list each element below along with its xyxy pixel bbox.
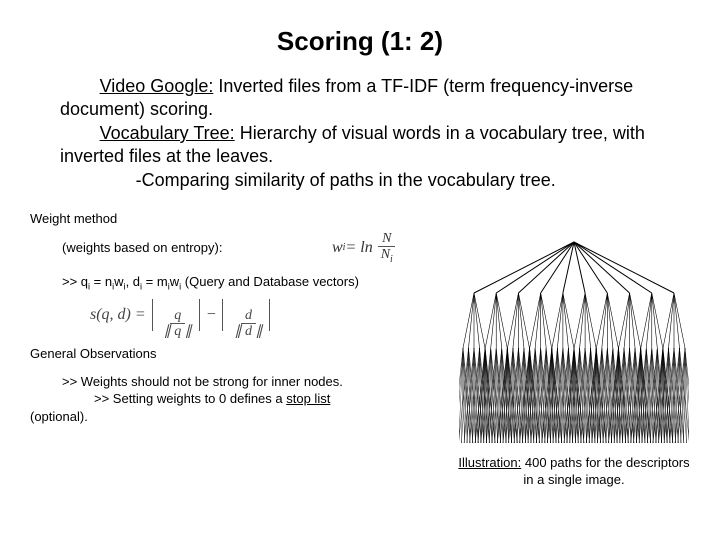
slide: Scoring (1: 2) Video Google: Inverted fi… <box>0 0 720 540</box>
video-google-label: Video Google: <box>100 76 214 96</box>
illus-label: Illustration: <box>458 455 521 470</box>
illustration: Illustration: 400 paths for the descript… <box>454 238 694 489</box>
wi-eq: = ln <box>345 237 372 259</box>
illus-text: 400 paths for the descriptors in a singl… <box>521 455 689 487</box>
wi-den: Ni <box>377 247 397 265</box>
sqd-lhs: s(q, d) = <box>90 306 146 324</box>
wi-formula: wi = ln N Ni <box>332 231 397 265</box>
slide-title: Scoring (1: 2) <box>30 26 690 57</box>
sqd-d: d <box>241 308 256 324</box>
paragraph-compare: -Comparing similarity of paths in the vo… <box>60 169 660 192</box>
paragraph-vocab-tree: Vocabulary Tree: Hierarchy of visual wor… <box>60 122 660 167</box>
stop-list-label: stop list <box>286 391 330 406</box>
weight-method-header: Weight method <box>30 210 690 228</box>
wi-num: N <box>378 231 395 247</box>
sqd-minus: − <box>206 306 217 324</box>
tree-paths-icon <box>459 238 689 448</box>
wi-lhs: w <box>332 237 343 259</box>
vocab-tree-label: Vocabulary Tree: <box>100 123 235 143</box>
paragraph-video-google: Video Google: Inverted files from a TF-I… <box>60 75 660 120</box>
compare-text: -Comparing similarity of paths in the vo… <box>136 170 556 190</box>
sqd-dnorm: ∥ d ∥ <box>230 324 266 339</box>
weight-method-sub: (weights based on entropy): <box>62 239 302 257</box>
sqd-q: q <box>170 308 185 324</box>
wi-fraction: N Ni <box>377 231 397 265</box>
body-text: Video Google: Inverted files from a TF-I… <box>60 75 660 192</box>
illustration-caption: Illustration: 400 paths for the descript… <box>454 455 694 489</box>
sqd-qnorm: ∥ q ∥ <box>160 324 196 339</box>
